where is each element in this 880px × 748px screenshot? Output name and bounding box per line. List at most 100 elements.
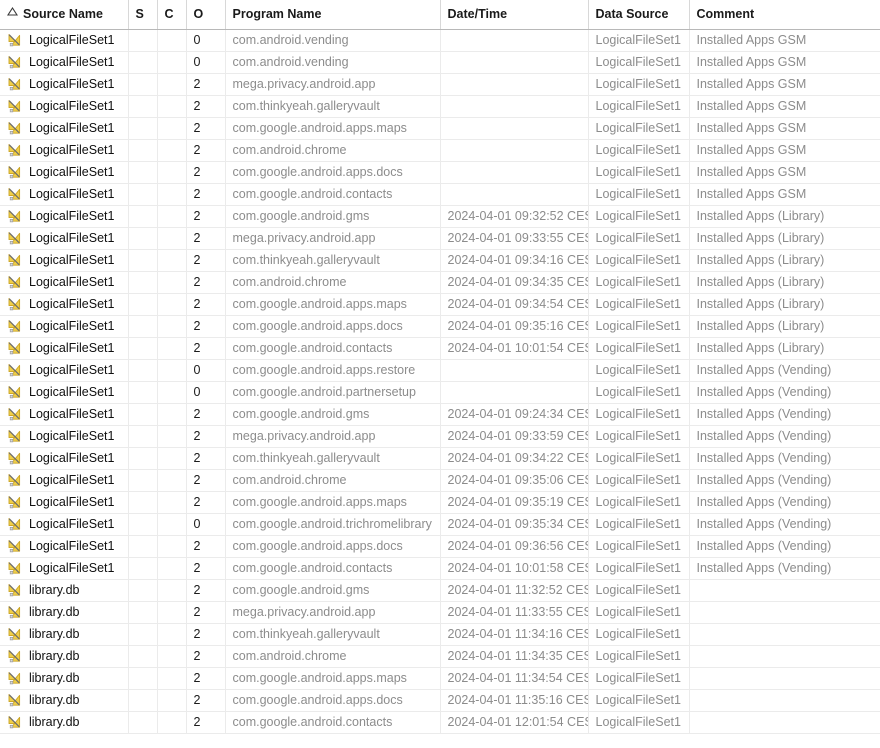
cell-c[interactable] bbox=[157, 711, 187, 734]
cell-program-name[interactable]: com.google.android.apps.maps bbox=[225, 117, 441, 140]
cell-date-time[interactable]: 2024-04-01 10:01:58 CEST bbox=[440, 557, 589, 580]
cell-c[interactable] bbox=[157, 315, 187, 338]
cell-date-time[interactable]: 2024-04-01 09:33:55 CEST bbox=[440, 227, 589, 250]
cell-data-source[interactable]: LogicalFileSet1 bbox=[588, 491, 690, 514]
cell-program-name[interactable]: com.thinkyeah.galleryvault bbox=[225, 95, 441, 118]
cell-program-name[interactable]: com.android.chrome bbox=[225, 645, 441, 668]
cell-program-name[interactable]: com.google.android.apps.docs bbox=[225, 315, 441, 338]
cell-c[interactable] bbox=[157, 161, 187, 184]
cell-date-time[interactable]: 2024-04-01 09:35:06 CEST bbox=[440, 469, 589, 492]
cell-c[interactable] bbox=[157, 513, 187, 536]
cell-o[interactable]: 2 bbox=[186, 293, 226, 316]
cell-date-time[interactable]: 2024-04-01 11:34:16 CEST bbox=[440, 623, 589, 646]
cell-o[interactable]: 2 bbox=[186, 403, 226, 426]
cell-program-name[interactable]: com.google.android.trichromelibrary bbox=[225, 513, 441, 536]
cell-s[interactable] bbox=[128, 689, 158, 712]
cell-source-name[interactable]: LogicalFileSet1 bbox=[0, 557, 129, 580]
cell-date-time[interactable]: 2024-04-01 09:35:19 CEST bbox=[440, 491, 589, 514]
cell-program-name[interactable]: com.google.android.gms bbox=[225, 403, 441, 426]
cell-source-name[interactable]: LogicalFileSet1 bbox=[0, 205, 129, 228]
cell-s[interactable] bbox=[128, 381, 158, 404]
cell-o[interactable]: 2 bbox=[186, 667, 226, 690]
table-row[interactable]: LogicalFileSet1 0 com.google.android.app… bbox=[0, 359, 880, 382]
cell-date-time[interactable]: 2024-04-01 09:33:59 CEST bbox=[440, 425, 589, 448]
cell-c[interactable] bbox=[157, 359, 187, 382]
cell-date-time[interactable]: 2024-04-01 09:32:52 CEST bbox=[440, 205, 589, 228]
cell-c[interactable] bbox=[157, 601, 187, 624]
cell-data-source[interactable]: LogicalFileSet1 bbox=[588, 315, 690, 338]
cell-s[interactable] bbox=[128, 249, 158, 272]
cell-data-source[interactable]: LogicalFileSet1 bbox=[588, 117, 690, 140]
cell-source-name[interactable]: LogicalFileSet1 bbox=[0, 73, 129, 96]
cell-o[interactable]: 2 bbox=[186, 117, 226, 140]
cell-data-source[interactable]: LogicalFileSet1 bbox=[588, 403, 690, 426]
cell-c[interactable] bbox=[157, 667, 187, 690]
cell-comment[interactable]: Installed Apps (Vending) bbox=[689, 557, 880, 580]
cell-s[interactable] bbox=[128, 73, 158, 96]
cell-c[interactable] bbox=[157, 645, 187, 668]
cell-o[interactable]: 2 bbox=[186, 557, 226, 580]
cell-date-time[interactable] bbox=[440, 183, 589, 206]
cell-date-time[interactable] bbox=[440, 51, 589, 74]
cell-date-time[interactable] bbox=[440, 73, 589, 96]
cell-program-name[interactable]: com.google.android.gms bbox=[225, 579, 441, 602]
cell-comment[interactable]: Installed Apps (Vending) bbox=[689, 535, 880, 558]
cell-source-name[interactable]: LogicalFileSet1 bbox=[0, 139, 129, 162]
cell-c[interactable] bbox=[157, 117, 187, 140]
table-row[interactable]: library.db 2 com.google.android.apps.doc… bbox=[0, 689, 880, 712]
table-row[interactable]: library.db 2 com.android.chrome 2024-04-… bbox=[0, 645, 880, 668]
cell-s[interactable] bbox=[128, 447, 158, 470]
cell-program-name[interactable]: mega.privacy.android.app bbox=[225, 425, 441, 448]
cell-s[interactable] bbox=[128, 183, 158, 206]
cell-o[interactable]: 2 bbox=[186, 579, 226, 602]
cell-data-source[interactable]: LogicalFileSet1 bbox=[588, 623, 690, 646]
cell-data-source[interactable]: LogicalFileSet1 bbox=[588, 579, 690, 602]
cell-comment[interactable]: Installed Apps (Vending) bbox=[689, 425, 880, 448]
cell-s[interactable] bbox=[128, 623, 158, 646]
cell-c[interactable] bbox=[157, 249, 187, 272]
cell-c[interactable] bbox=[157, 139, 187, 162]
table-row[interactable]: LogicalFileSet1 0 com.android.vending Lo… bbox=[0, 51, 880, 74]
cell-program-name[interactable]: com.android.vending bbox=[225, 29, 441, 52]
cell-comment[interactable]: Installed Apps (Vending) bbox=[689, 359, 880, 382]
cell-date-time[interactable]: 2024-04-01 11:33:55 CEST bbox=[440, 601, 589, 624]
cell-c[interactable] bbox=[157, 95, 187, 118]
cell-o[interactable]: 0 bbox=[186, 51, 226, 74]
cell-comment[interactable]: Installed Apps (Library) bbox=[689, 337, 880, 360]
cell-data-source[interactable]: LogicalFileSet1 bbox=[588, 271, 690, 294]
cell-source-name[interactable]: LogicalFileSet1 bbox=[0, 117, 129, 140]
cell-source-name[interactable]: LogicalFileSet1 bbox=[0, 51, 129, 74]
cell-data-source[interactable]: LogicalFileSet1 bbox=[588, 73, 690, 96]
cell-o[interactable]: 2 bbox=[186, 469, 226, 492]
cell-program-name[interactable]: com.google.android.gms bbox=[225, 205, 441, 228]
cell-o[interactable]: 2 bbox=[186, 535, 226, 558]
cell-date-time[interactable]: 2024-04-01 11:34:54 CEST bbox=[440, 667, 589, 690]
cell-date-time[interactable]: 2024-04-01 09:34:22 CEST bbox=[440, 447, 589, 470]
table-row[interactable]: LogicalFileSet1 2 com.google.android.app… bbox=[0, 535, 880, 558]
cell-source-name[interactable]: library.db bbox=[0, 579, 129, 602]
cell-c[interactable] bbox=[157, 579, 187, 602]
table-row[interactable]: LogicalFileSet1 2 com.thinkyeah.galleryv… bbox=[0, 95, 880, 118]
cell-comment[interactable]: Installed Apps (Library) bbox=[689, 271, 880, 294]
cell-c[interactable] bbox=[157, 73, 187, 96]
cell-comment[interactable] bbox=[689, 579, 880, 602]
cell-data-source[interactable]: LogicalFileSet1 bbox=[588, 381, 690, 404]
cell-c[interactable] bbox=[157, 403, 187, 426]
cell-program-name[interactable]: com.google.android.partnersetup bbox=[225, 381, 441, 404]
table-row[interactable]: library.db 2 com.thinkyeah.galleryvault … bbox=[0, 623, 880, 646]
cell-date-time[interactable]: 2024-04-01 12:01:54 CEST bbox=[440, 711, 589, 734]
cell-o[interactable]: 2 bbox=[186, 205, 226, 228]
cell-source-name[interactable]: LogicalFileSet1 bbox=[0, 447, 129, 470]
table-row[interactable]: LogicalFileSet1 2 com.thinkyeah.galleryv… bbox=[0, 249, 880, 272]
cell-comment[interactable]: Installed Apps GSM bbox=[689, 51, 880, 74]
table-row[interactable]: LogicalFileSet1 2 mega.privacy.android.a… bbox=[0, 425, 880, 448]
cell-program-name[interactable]: com.google.android.apps.restore bbox=[225, 359, 441, 382]
cell-s[interactable] bbox=[128, 667, 158, 690]
cell-source-name[interactable]: library.db bbox=[0, 667, 129, 690]
cell-source-name[interactable]: LogicalFileSet1 bbox=[0, 403, 129, 426]
cell-program-name[interactable]: com.android.chrome bbox=[225, 469, 441, 492]
cell-s[interactable] bbox=[128, 51, 158, 74]
cell-comment[interactable]: Installed Apps GSM bbox=[689, 183, 880, 206]
table-row[interactable]: LogicalFileSet1 0 com.google.android.tri… bbox=[0, 513, 880, 536]
sort-ascending-icon[interactable] bbox=[7, 7, 18, 17]
